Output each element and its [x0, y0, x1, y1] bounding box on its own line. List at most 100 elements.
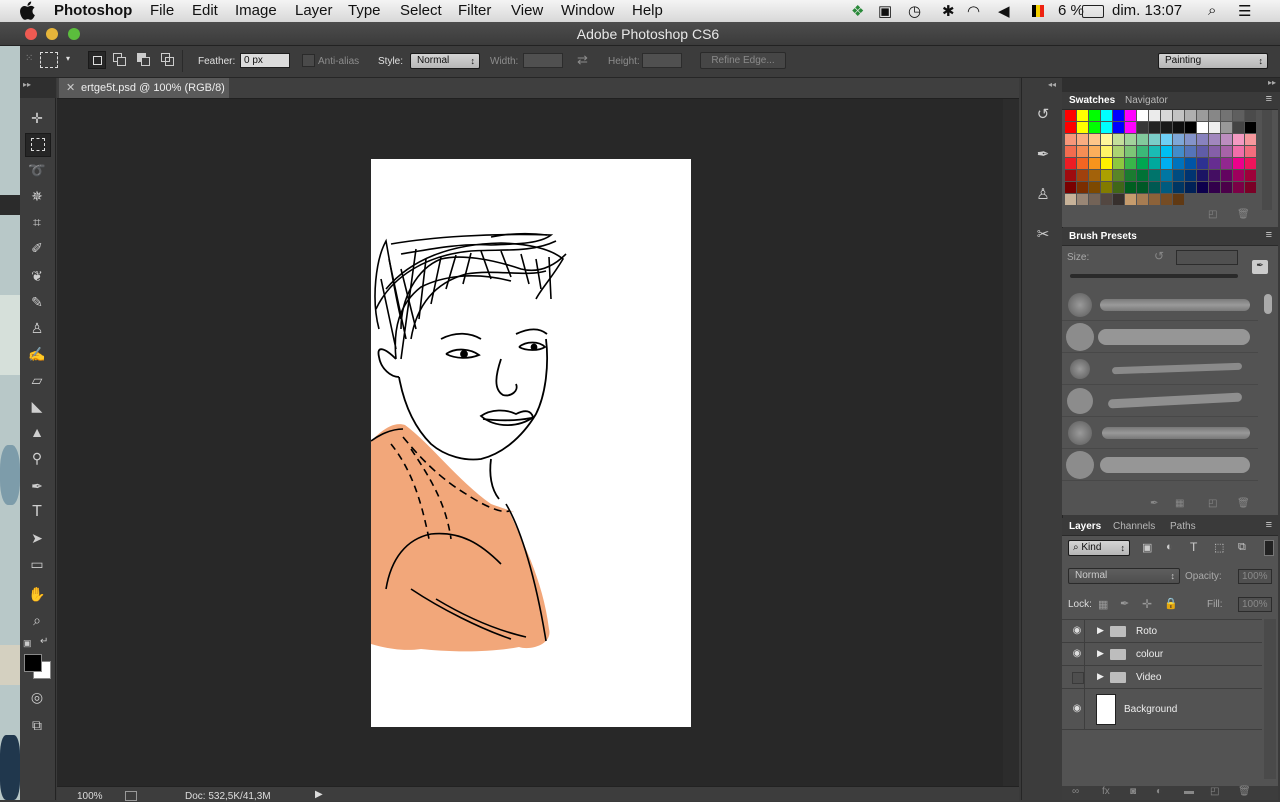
color-swatch[interactable]	[1197, 146, 1208, 157]
brush-preset-row[interactable]	[1062, 290, 1258, 321]
brush-preset-row[interactable]	[1062, 450, 1258, 481]
color-swatch[interactable]	[1185, 110, 1196, 121]
layer-name[interactable]: Video	[1136, 672, 1161, 683]
brush-tool-icon[interactable]: ✎	[25, 291, 49, 313]
color-swatch[interactable]	[1125, 158, 1136, 169]
fill-input[interactable]: 100%	[1238, 597, 1272, 612]
clone-stamp-tool-icon[interactable]: ♙	[25, 317, 49, 339]
menu-view[interactable]: View	[511, 2, 543, 19]
lock-pixels-icon[interactable]: ✒	[1120, 597, 1129, 610]
color-swatch[interactable]	[1197, 158, 1208, 169]
menu-window[interactable]: Window	[561, 2, 614, 19]
color-swatch[interactable]	[1113, 158, 1124, 169]
rectangle-tool-icon[interactable]: ▭	[25, 553, 49, 575]
color-swatch[interactable]	[1173, 146, 1184, 157]
magic-wand-tool-icon[interactable]: ✵	[25, 185, 49, 207]
collapse-panels-icon[interactable]: ▸▸	[1268, 78, 1276, 87]
filter-shape-icon[interactable]: ⬚	[1214, 541, 1224, 554]
eraser-tool-icon[interactable]: ▱	[25, 369, 49, 391]
history-brush-tool-icon[interactable]: ✍	[25, 343, 49, 365]
color-swatch[interactable]	[1149, 134, 1160, 145]
color-swatch[interactable]	[1101, 170, 1112, 181]
link-layers-icon[interactable]: ∞	[1072, 786, 1079, 797]
color-swatch[interactable]	[1101, 194, 1112, 205]
adjustment-layer-icon[interactable]: ◐	[1156, 786, 1162, 797]
width-input[interactable]	[523, 53, 563, 68]
lock-all-icon[interactable]: 🔒	[1164, 597, 1178, 610]
color-swatch[interactable]	[1161, 158, 1172, 169]
lock-transparency-icon[interactable]: ▦	[1098, 598, 1108, 611]
visibility-eye-icon[interactable]: ◉	[1071, 625, 1083, 636]
color-swatch[interactable]	[1233, 122, 1244, 133]
color-swatch[interactable]	[1137, 194, 1148, 205]
color-swatch[interactable]	[1125, 146, 1136, 157]
color-swatch[interactable]	[1137, 158, 1148, 169]
layer-row[interactable]: ◉ Background	[1062, 689, 1262, 730]
tab-brush-presets[interactable]: Brush Presets	[1069, 231, 1137, 242]
close-tab-icon[interactable]: ✕	[66, 81, 75, 94]
color-swatch[interactable]	[1209, 146, 1220, 157]
collapse-dock-icon[interactable]: ◂◂	[1048, 80, 1056, 89]
color-swatch[interactable]	[1113, 110, 1124, 121]
color-swatch[interactable]	[1149, 158, 1160, 169]
clone-source-panel-icon[interactable]: ♙	[1032, 184, 1054, 206]
brush-preset-row[interactable]	[1062, 386, 1258, 417]
color-swatch[interactable]	[1161, 194, 1172, 205]
expand-group-icon[interactable]: ▶	[1097, 625, 1104, 636]
healing-brush-tool-icon[interactable]: ❦	[25, 265, 49, 287]
document-canvas[interactable]	[371, 159, 691, 727]
color-swatch[interactable]	[1113, 182, 1124, 193]
color-swatch[interactable]	[1137, 170, 1148, 181]
color-swatch[interactable]	[1101, 110, 1112, 121]
intersect-selection-button[interactable]	[160, 52, 174, 66]
menu-filter[interactable]: Filter	[458, 2, 491, 19]
color-swatch[interactable]	[1149, 146, 1160, 157]
style-select[interactable]: Normal	[410, 53, 480, 69]
color-swatch[interactable]	[1089, 134, 1100, 145]
swatches-menu-icon[interactable]: ≡	[1266, 93, 1272, 105]
color-swatch[interactable]	[1077, 146, 1088, 157]
color-swatch[interactable]	[1185, 146, 1196, 157]
color-swatch[interactable]	[1125, 170, 1136, 181]
layer-style-icon[interactable]: fx	[1102, 786, 1110, 797]
quick-mask-icon[interactable]: ◎	[25, 686, 49, 708]
expand-group-icon[interactable]: ▶	[1097, 671, 1104, 682]
menu-help[interactable]: Help	[632, 2, 663, 19]
color-swatch[interactable]	[1233, 110, 1244, 121]
color-swatch[interactable]	[1089, 110, 1100, 121]
color-swatch[interactable]	[1149, 110, 1160, 121]
color-swatch[interactable]	[1077, 158, 1088, 169]
delete-brush-icon[interactable]: 🗑	[1237, 498, 1250, 509]
layer-name[interactable]: Roto	[1136, 626, 1157, 637]
color-swatch[interactable]	[1233, 170, 1244, 181]
color-swatch[interactable]	[1245, 146, 1256, 157]
input-source-flag-icon[interactable]	[1032, 5, 1044, 17]
color-swatch[interactable]	[1185, 158, 1196, 169]
filter-pixel-icon[interactable]: ▣	[1142, 541, 1152, 554]
blur-tool-icon[interactable]: ▲	[25, 421, 49, 443]
color-swatch[interactable]	[1089, 182, 1100, 193]
color-swatch[interactable]	[1209, 122, 1220, 133]
pen-tool-icon[interactable]: ✒	[25, 475, 49, 497]
color-swatch[interactable]	[1185, 122, 1196, 133]
menu-image[interactable]: Image	[235, 2, 277, 19]
clock-text[interactable]: dim. 13:07	[1112, 2, 1182, 19]
battery-icon[interactable]	[1082, 5, 1104, 18]
color-swatch[interactable]	[1125, 110, 1136, 121]
color-swatch[interactable]	[1233, 158, 1244, 169]
filter-kind-select[interactable]: ⌕ Kind	[1068, 540, 1130, 556]
color-swatch[interactable]	[1197, 122, 1208, 133]
color-swatch[interactable]	[1197, 134, 1208, 145]
tab-channels[interactable]: Channels	[1113, 521, 1155, 532]
subtract-from-selection-button[interactable]	[136, 52, 150, 66]
color-swatch[interactable]	[1209, 158, 1220, 169]
bluetooth-icon[interactable]: ✱	[942, 2, 955, 20]
layer-name[interactable]: colour	[1136, 649, 1163, 660]
color-swatch[interactable]	[1161, 122, 1172, 133]
filter-toggle-switch[interactable]	[1264, 540, 1274, 556]
color-swatch[interactable]	[1149, 194, 1160, 205]
color-swatch[interactable]	[1065, 182, 1076, 193]
color-swatch[interactable]	[1209, 134, 1220, 145]
color-swatch[interactable]	[1197, 182, 1208, 193]
color-swatch[interactable]	[1137, 134, 1148, 145]
